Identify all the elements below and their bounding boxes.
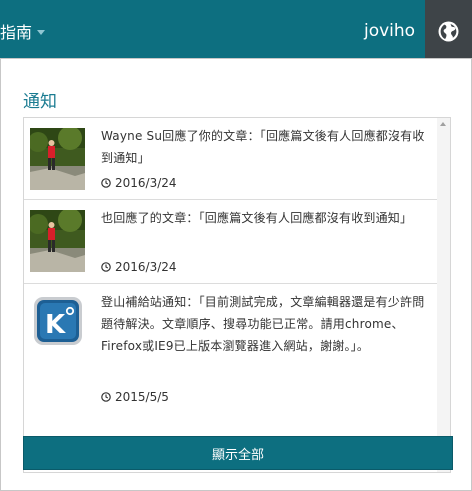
notification-message: Wayne Su回應了你的文章：「回應篇文後有人回應都沒有收到通知」	[101, 129, 425, 165]
clock-icon	[101, 178, 111, 188]
notification-message: 登山補給站通知：「目前測試完成，文章編輯器還是有少許問題待解決。文章順序、搜尋功…	[101, 295, 425, 353]
notifications-panel: 通知 Wayne Su回應了你的文章：「回應篇文後有人回應都沒有收到通知」 20…	[0, 58, 472, 491]
notification-date: 2016/3/24	[101, 260, 177, 274]
notification-list: Wayne Su回應了你的文章：「回應篇文後有人回應都沒有收到通知」 2016/…	[23, 117, 451, 473]
notification-item[interactable]: Wayne Su回應了你的文章：「回應篇文後有人回應都沒有收到通知」 2016/…	[24, 118, 438, 200]
site-logo-k-icon: K	[34, 297, 82, 345]
list-scrollbar[interactable]	[437, 118, 450, 472]
hiker-photo-thumbnail	[30, 128, 85, 190]
svg-text:K: K	[45, 310, 66, 340]
scroll-up-arrow-icon[interactable]	[440, 122, 446, 126]
guide-menu[interactable]: 指南	[0, 0, 46, 62]
site-logo-thumbnail: K	[33, 296, 83, 346]
chevron-down-icon	[37, 29, 46, 35]
notifications-button[interactable]	[425, 0, 472, 62]
show-all-button[interactable]: 顯示全部	[23, 436, 453, 470]
clock-icon	[101, 262, 111, 272]
hiker-photo-thumbnail	[30, 210, 85, 272]
notification-message: 也回應了的文章：「回應篇文後有人回應都沒有收到通知」	[101, 211, 413, 225]
user-menu[interactable]: joviho	[364, 0, 415, 62]
notification-date: 2016/3/24	[101, 176, 177, 190]
notification-date-text: 2016/3/24	[115, 176, 177, 190]
hiker-photo-icon	[30, 210, 85, 272]
notification-item[interactable]: 也回應了的文章：「回應篇文後有人回應都沒有收到通知」 2016/3/24	[24, 200, 438, 284]
notification-date: 2015/5/5	[101, 390, 169, 404]
notification-date-text: 2016/3/24	[115, 260, 177, 274]
top-navbar: 指南 joviho	[0, 0, 472, 62]
notification-date-text: 2015/5/5	[115, 390, 169, 404]
clock-icon	[101, 392, 111, 402]
globe-icon	[438, 21, 459, 41]
guide-menu-label: 指南	[0, 23, 33, 42]
hiker-photo-icon	[30, 128, 85, 190]
panel-title: 通知	[23, 92, 57, 112]
